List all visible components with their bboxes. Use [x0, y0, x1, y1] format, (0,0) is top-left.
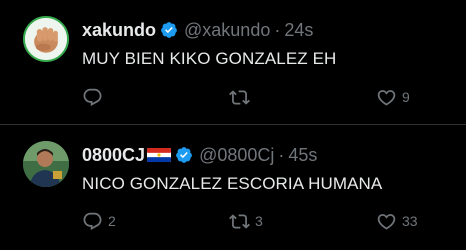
separator-dot: · — [274, 19, 281, 40]
heart-icon — [377, 89, 396, 106]
reply-count: 2 — [108, 213, 116, 229]
timeline: xakundo @xakundo · 24s MUY BIEN KIKO GON… — [0, 0, 466, 250]
tweet[interactable]: 0800CJ @0800Cj · 45s NICO GONZALEZ ESCOR… — [0, 125, 466, 250]
tweet-text: MUY BIEN KIKO GONZALEZ EH — [82, 49, 337, 68]
tweet[interactable]: xakundo @xakundo · 24s MUY BIEN KIKO GON… — [0, 0, 466, 124]
paraguay-flag-icon — [147, 148, 172, 162]
reply-icon — [83, 88, 102, 106]
reply-button[interactable] — [82, 86, 108, 108]
retweet-icon — [229, 213, 250, 229]
like-count: 9 — [402, 89, 410, 105]
heart-icon — [377, 213, 396, 230]
handle[interactable]: @0800Cj — [199, 145, 274, 166]
reply-icon — [83, 212, 102, 230]
tweet-text: NICO GONZALEZ ESCORIA HUMANA — [82, 174, 383, 193]
retweet-count: 3 — [255, 213, 263, 229]
display-name[interactable]: xakundo — [82, 20, 156, 41]
verified-badge-icon — [176, 147, 192, 163]
timestamp[interactable]: 45s — [288, 145, 317, 166]
reply-button[interactable]: 2 — [82, 210, 116, 232]
verified-badge-icon — [161, 22, 177, 38]
person-photo-icon — [23, 141, 69, 187]
retweet-icon — [229, 89, 250, 105]
fist-pointing-icon — [25, 18, 67, 60]
tweet-header: xakundo @xakundo · 24s — [82, 18, 313, 42]
avatar[interactable] — [23, 141, 69, 187]
avatar[interactable] — [23, 16, 69, 62]
timestamp[interactable]: 24s — [284, 20, 313, 41]
like-button[interactable]: 9 — [376, 86, 410, 108]
retweet-button[interactable] — [229, 86, 255, 108]
tweet-header: 0800CJ @0800Cj · 45s — [82, 143, 317, 167]
action-bar: 9 — [0, 86, 466, 108]
like-button[interactable]: 33 — [376, 210, 418, 232]
separator-dot: · — [278, 144, 285, 165]
action-bar: 2 3 33 — [0, 210, 466, 232]
like-count: 33 — [402, 213, 418, 229]
handle[interactable]: @xakundo — [184, 20, 270, 41]
retweet-button[interactable]: 3 — [229, 210, 263, 232]
display-name[interactable]: 0800CJ — [82, 145, 145, 166]
